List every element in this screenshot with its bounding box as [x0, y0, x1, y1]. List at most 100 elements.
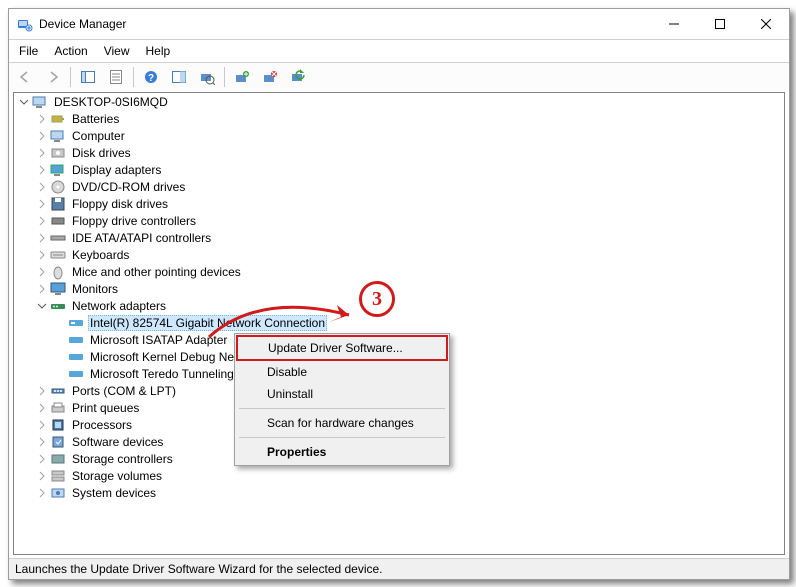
tree-category[interactable]: Batteries	[14, 110, 784, 127]
tree-device-selected[interactable]: Intel(R) 82574L Gigabit Network Connecti…	[14, 314, 784, 331]
back-button[interactable]	[12, 64, 38, 90]
tree-label: Storage volumes	[70, 468, 164, 484]
expand-icon[interactable]	[34, 162, 50, 178]
ctx-sep	[239, 437, 445, 438]
category-icon	[50, 400, 66, 416]
update-driver-button[interactable]	[229, 64, 255, 90]
expand-icon[interactable]	[34, 230, 50, 246]
ctx-sep	[239, 408, 445, 409]
titlebar: Device Manager	[9, 9, 789, 40]
tree-category[interactable]: Computer	[14, 127, 784, 144]
expand-icon[interactable]	[34, 417, 50, 433]
expand-icon[interactable]	[34, 434, 50, 450]
category-icon	[50, 451, 66, 467]
collapse-icon[interactable]	[34, 298, 50, 314]
statusbar: Launches the Update Driver Software Wiza…	[9, 558, 789, 579]
tree-label: System devices	[70, 485, 158, 501]
expand-icon[interactable]	[34, 111, 50, 127]
tree-category[interactable]: Monitors	[14, 280, 784, 297]
tree-category[interactable]: IDE ATA/ATAPI controllers	[14, 229, 784, 246]
maximize-button[interactable]	[697, 9, 743, 39]
tree-label: Disk drives	[70, 145, 133, 161]
scan-icon-button[interactable]	[194, 64, 220, 90]
computer-icon	[32, 94, 48, 110]
window: Device Manager File Action View Help ?	[8, 8, 790, 580]
uninstall-button[interactable]	[257, 64, 283, 90]
tree-label: Microsoft ISATAP Adapter	[88, 332, 229, 348]
nic-icon	[68, 315, 84, 331]
tree-label: Batteries	[70, 111, 121, 127]
toolbar-sep	[133, 67, 134, 87]
tree-label: Keyboards	[70, 247, 131, 263]
category-icon	[50, 111, 66, 127]
tree-category[interactable]: DVD/CD-ROM drives	[14, 178, 784, 195]
tree-label: Software devices	[70, 434, 165, 450]
ctx-disable[interactable]: Disable	[237, 361, 447, 383]
ctx-label: Scan for hardware changes	[267, 416, 414, 430]
app-icon	[17, 16, 33, 32]
client-area: DESKTOP-0SI6MQD BatteriesComputerDisk dr…	[9, 91, 789, 559]
ctx-uninstall[interactable]: Uninstall	[237, 383, 447, 405]
tree-label: Display adapters	[70, 162, 163, 178]
category-icon	[50, 247, 66, 263]
action-button[interactable]	[166, 64, 192, 90]
expand-icon[interactable]	[34, 247, 50, 263]
category-icon	[50, 196, 66, 212]
category-icon	[50, 213, 66, 229]
minimize-button[interactable]	[651, 9, 697, 39]
tree-label: Computer	[70, 128, 127, 144]
close-button[interactable]	[743, 9, 789, 39]
tree-root[interactable]: DESKTOP-0SI6MQD	[14, 93, 784, 110]
tree-category[interactable]: System devices	[14, 484, 784, 501]
tree-category[interactable]: Disk drives	[14, 144, 784, 161]
ctx-label: Disable	[267, 365, 307, 379]
ctx-scan[interactable]: Scan for hardware changes	[237, 412, 447, 434]
expand-icon[interactable]	[34, 485, 50, 501]
tree-label: Storage controllers	[70, 451, 175, 467]
forward-button[interactable]	[40, 64, 66, 90]
help-button[interactable]: ?	[138, 64, 164, 90]
tree-category[interactable]: Mice and other pointing devices	[14, 263, 784, 280]
tree-category[interactable]: Keyboards	[14, 246, 784, 263]
expand-icon[interactable]	[34, 264, 50, 280]
tree-category[interactable]: Display adapters	[14, 161, 784, 178]
collapse-icon[interactable]	[16, 94, 32, 110]
category-icon	[50, 145, 66, 161]
window-title: Device Manager	[39, 17, 126, 31]
expand-icon[interactable]	[34, 145, 50, 161]
expand-icon[interactable]	[34, 281, 50, 297]
expand-icon[interactable]	[34, 196, 50, 212]
tree-label: IDE ATA/ATAPI controllers	[70, 230, 213, 246]
tree-category[interactable]: Floppy disk drives	[14, 195, 784, 212]
tree-category[interactable]: Storage volumes	[14, 467, 784, 484]
expand-icon[interactable]	[34, 213, 50, 229]
ctx-properties[interactable]: Properties	[237, 441, 447, 463]
expand-icon[interactable]	[34, 179, 50, 195]
expand-icon[interactable]	[34, 400, 50, 416]
expand-icon[interactable]	[34, 383, 50, 399]
toolbar: ?	[9, 63, 789, 92]
toolbar-sep	[70, 67, 71, 87]
nic-icon	[68, 349, 84, 365]
ctx-label: Update Driver Software...	[268, 341, 403, 355]
tree-category-network[interactable]: Network adapters	[14, 297, 784, 314]
rescan-button[interactable]	[285, 64, 311, 90]
expand-icon[interactable]	[34, 468, 50, 484]
menu-view[interactable]: View	[96, 42, 138, 60]
properties-button[interactable]	[103, 64, 129, 90]
tree-category[interactable]: Floppy drive controllers	[14, 212, 784, 229]
menu-file[interactable]: File	[11, 42, 46, 60]
ctx-update-driver[interactable]: Update Driver Software...	[236, 335, 448, 361]
menubar: File Action View Help	[9, 40, 789, 63]
category-icon	[50, 162, 66, 178]
category-icon	[50, 417, 66, 433]
tree-label: Monitors	[70, 281, 120, 297]
expand-icon[interactable]	[34, 128, 50, 144]
device-tree[interactable]: DESKTOP-0SI6MQD BatteriesComputerDisk dr…	[13, 92, 785, 555]
tree-label: Ports (COM & LPT)	[70, 383, 178, 399]
expand-icon[interactable]	[34, 451, 50, 467]
menu-help[interactable]: Help	[138, 42, 179, 60]
menu-action[interactable]: Action	[46, 42, 95, 60]
show-tree-button[interactable]	[75, 64, 101, 90]
ctx-label: Uninstall	[267, 387, 313, 401]
